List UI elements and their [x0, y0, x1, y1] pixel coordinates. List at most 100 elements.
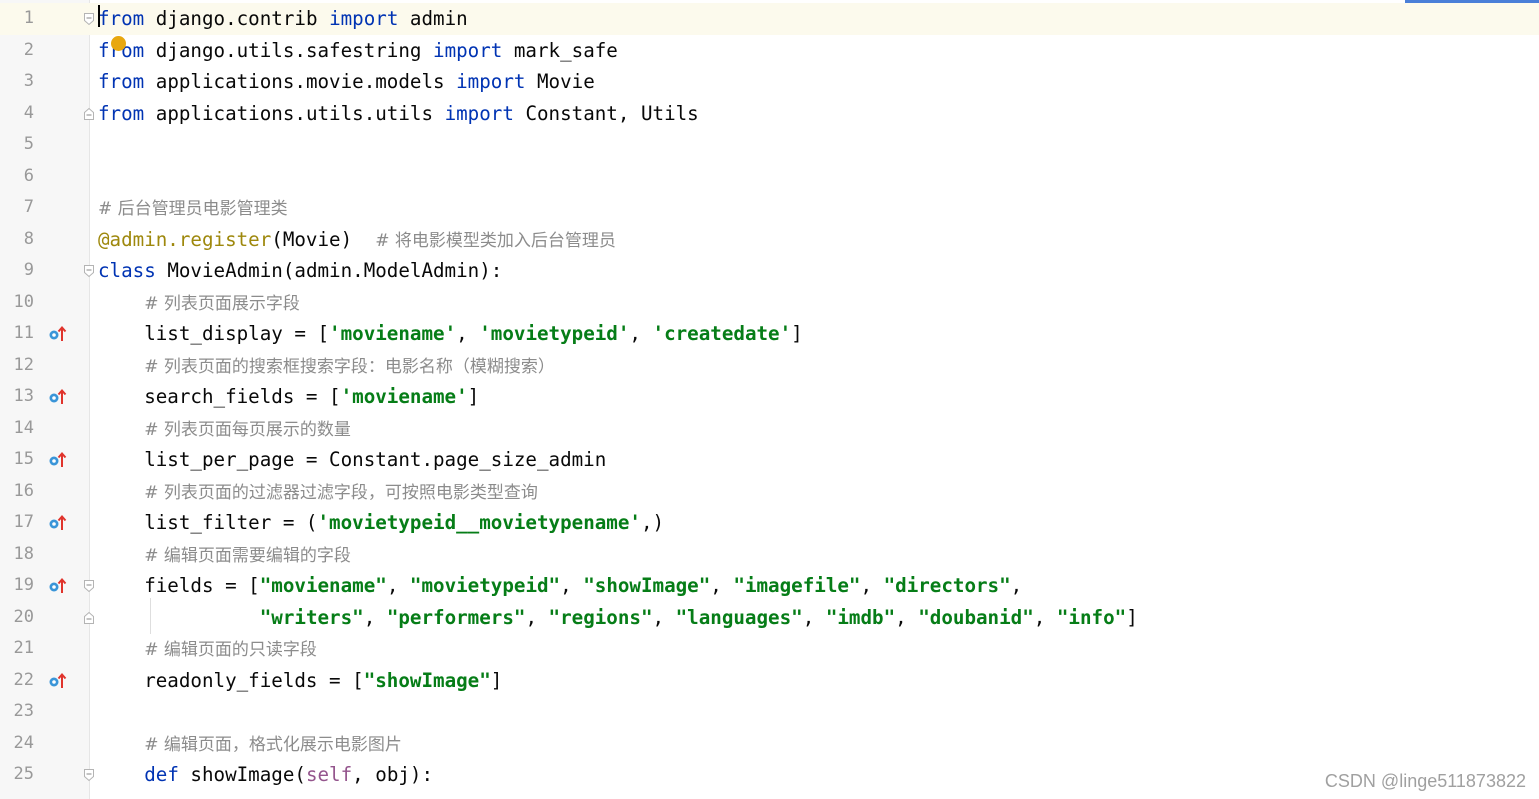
intention-bulb-icon[interactable]	[111, 36, 126, 51]
line-number[interactable]: 1	[0, 3, 34, 35]
code-text[interactable]: # 后台管理员电影管理类	[98, 192, 288, 226]
fold-marker-icon[interactable]	[83, 611, 95, 625]
code-line[interactable]: 20 "writers", "performers", "regions", "…	[0, 602, 1539, 634]
code-token: "info"	[1056, 605, 1127, 629]
line-number[interactable]: 15	[0, 444, 34, 476]
fold-marker-icon[interactable]	[83, 579, 95, 593]
code-text[interactable]: # 编辑页面的只读字段	[98, 633, 317, 667]
code-text[interactable]: # 列表页面展示字段	[98, 287, 300, 321]
code-line[interactable]: 21 # 编辑页面的只读字段	[0, 633, 1539, 665]
fold-marker-icon[interactable]	[83, 107, 95, 121]
code-line[interactable]: 15 list_per_page = Constant.page_size_ad…	[0, 444, 1539, 476]
code-token: list_display = [	[98, 322, 330, 345]
code-line[interactable]: 16 # 列表页面的过滤器过滤字段，可按照电影类型查询	[0, 476, 1539, 508]
indent-guide	[150, 598, 151, 634]
code-text[interactable]: from applications.movie.models import Mo…	[98, 66, 595, 98]
line-number[interactable]: 4	[0, 98, 34, 130]
line-number[interactable]: 25	[0, 759, 34, 791]
code-line[interactable]: 5	[0, 129, 1539, 161]
line-number[interactable]: 2	[0, 35, 34, 67]
code-line[interactable]: 3 from applications.movie.models import M…	[0, 66, 1539, 98]
line-number[interactable]: 19	[0, 570, 34, 602]
code-text[interactable]: list_per_page = Constant.page_size_admin	[98, 444, 606, 476]
code-text[interactable]: search_fields = ['moviename']	[98, 381, 479, 413]
code-token: 'movietypeid__movietypename'	[317, 511, 641, 534]
code-text[interactable]: list_filter = ('movietypeid__movietypena…	[98, 507, 664, 539]
code-token: ,	[652, 605, 676, 629]
line-number[interactable]: 5	[0, 129, 34, 161]
code-text[interactable]: from django.contrib import admin	[98, 3, 468, 35]
code-line[interactable]: 11 list_display = ['moviename', 'moviety…	[0, 318, 1539, 350]
code-line[interactable]: 12 # 列表页面的搜索框搜索字段：电影名称（模糊搜索）	[0, 350, 1539, 382]
code-text[interactable]: # 列表页面的过滤器过滤字段，可按照电影类型查询	[98, 476, 538, 510]
code-line[interactable]: 24 # 编辑页面，格式化展示电影图片	[0, 728, 1539, 760]
code-token: # 列表页面的过滤器过滤字段，可按照电影类型查询	[144, 482, 538, 503]
override-method-icon[interactable]	[48, 324, 68, 344]
code-text[interactable]: from django.utils.safestring import mark…	[98, 35, 618, 67]
code-text[interactable]: "writers", "performers", "regions", "lan…	[98, 602, 1138, 634]
code-token: ,	[560, 574, 584, 597]
code-token: import	[433, 38, 503, 62]
code-line[interactable]: 14 # 列表页面每页展示的数量	[0, 413, 1539, 445]
code-token: 'moviename'	[340, 385, 468, 408]
code-text[interactable]: class MovieAdmin(admin.ModelAdmin):	[98, 255, 502, 287]
line-number[interactable]: 18	[0, 539, 34, 571]
line-number[interactable]: 3	[0, 66, 34, 98]
code-line[interactable]: 7 # 后台管理员电影管理类	[0, 192, 1539, 224]
code-line[interactable]: 17 list_filter = ('movietypeid__movietyp…	[0, 507, 1539, 539]
code-token: "imagefile"	[733, 574, 861, 597]
code-token: django.utils.safestring	[144, 38, 434, 62]
code-text[interactable]: # 列表页面每页展示的数量	[98, 413, 351, 447]
line-number[interactable]: 23	[0, 696, 34, 728]
line-number[interactable]: 13	[0, 381, 34, 413]
code-text[interactable]: list_display = ['moviename', 'movietypei…	[98, 318, 803, 350]
line-number[interactable]: 6	[0, 161, 34, 193]
line-number[interactable]: 17	[0, 507, 34, 539]
line-number[interactable]: 22	[0, 665, 34, 697]
line-number[interactable]: 16	[0, 476, 34, 508]
code-text[interactable]: from applications.utils.utils import Con…	[98, 98, 699, 130]
code-line[interactable]: 4 from applications.utils.utils import Co…	[0, 98, 1539, 130]
override-method-icon[interactable]	[48, 387, 68, 407]
line-number[interactable]: 14	[0, 413, 34, 445]
code-line[interactable]: 10 # 列表页面展示字段	[0, 287, 1539, 319]
code-text[interactable]: fields = ["moviename", "movietypeid", "s…	[98, 570, 1022, 602]
code-line[interactable]: 22 readonly_fields = ["showImage"]	[0, 665, 1539, 697]
code-line[interactable]: 8 @admin.register(Movie) # 将电影模型类加入后台管理员	[0, 224, 1539, 256]
code-line[interactable]: 18 # 编辑页面需要编辑的字段	[0, 539, 1539, 571]
code-text[interactable]: @admin.register(Movie) # 将电影模型类加入后台管理员	[98, 224, 616, 258]
code-line[interactable]: 9 class MovieAdmin(admin.ModelAdmin):	[0, 255, 1539, 287]
code-line[interactable]: 19 fields = ["moviename", "movietypeid",…	[0, 570, 1539, 602]
code-editor[interactable]: 1 from django.contrib import admin 2 from d…	[0, 0, 1539, 799]
code-text[interactable]: readonly_fields = ["showImage"]	[98, 665, 502, 697]
override-method-icon[interactable]	[48, 450, 68, 470]
code-text[interactable]: def showImage(self, obj):	[98, 759, 433, 791]
override-method-icon[interactable]	[48, 671, 68, 691]
fold-marker-icon[interactable]	[83, 12, 95, 26]
code-text[interactable]: # 编辑页面需要编辑的字段	[98, 539, 351, 573]
line-number[interactable]: 8	[0, 224, 34, 256]
line-number[interactable]: 10	[0, 287, 34, 319]
code-token: "showImage"	[583, 574, 711, 597]
code-line[interactable]: 1 from django.contrib import admin	[0, 3, 1539, 35]
code-line[interactable]: 6	[0, 161, 1539, 193]
line-number[interactable]: 9	[0, 255, 34, 287]
code-token: fields = [	[98, 574, 260, 597]
fold-marker-icon[interactable]	[83, 264, 95, 278]
code-text[interactable]: # 编辑页面，格式化展示电影图片	[98, 728, 402, 762]
code-line[interactable]: 23	[0, 696, 1539, 728]
override-method-icon[interactable]	[48, 513, 68, 533]
line-number[interactable]: 12	[0, 350, 34, 382]
code-text[interactable]: # 列表页面的搜索框搜索字段：电影名称（模糊搜索）	[98, 350, 555, 384]
code-line[interactable]: 25 def showImage(self, obj):	[0, 759, 1539, 791]
code-line[interactable]: 2 from django.utils.safestring import mar…	[0, 35, 1539, 67]
fold-marker-icon[interactable]	[83, 768, 95, 782]
line-number[interactable]: 24	[0, 728, 34, 760]
line-number[interactable]: 7	[0, 192, 34, 224]
line-number[interactable]: 11	[0, 318, 34, 350]
line-number[interactable]: 21	[0, 633, 34, 665]
line-number[interactable]: 20	[0, 602, 34, 634]
code-token: @admin.register	[98, 227, 272, 251]
code-line[interactable]: 13 search_fields = ['moviename']	[0, 381, 1539, 413]
override-method-icon[interactable]	[48, 576, 68, 596]
